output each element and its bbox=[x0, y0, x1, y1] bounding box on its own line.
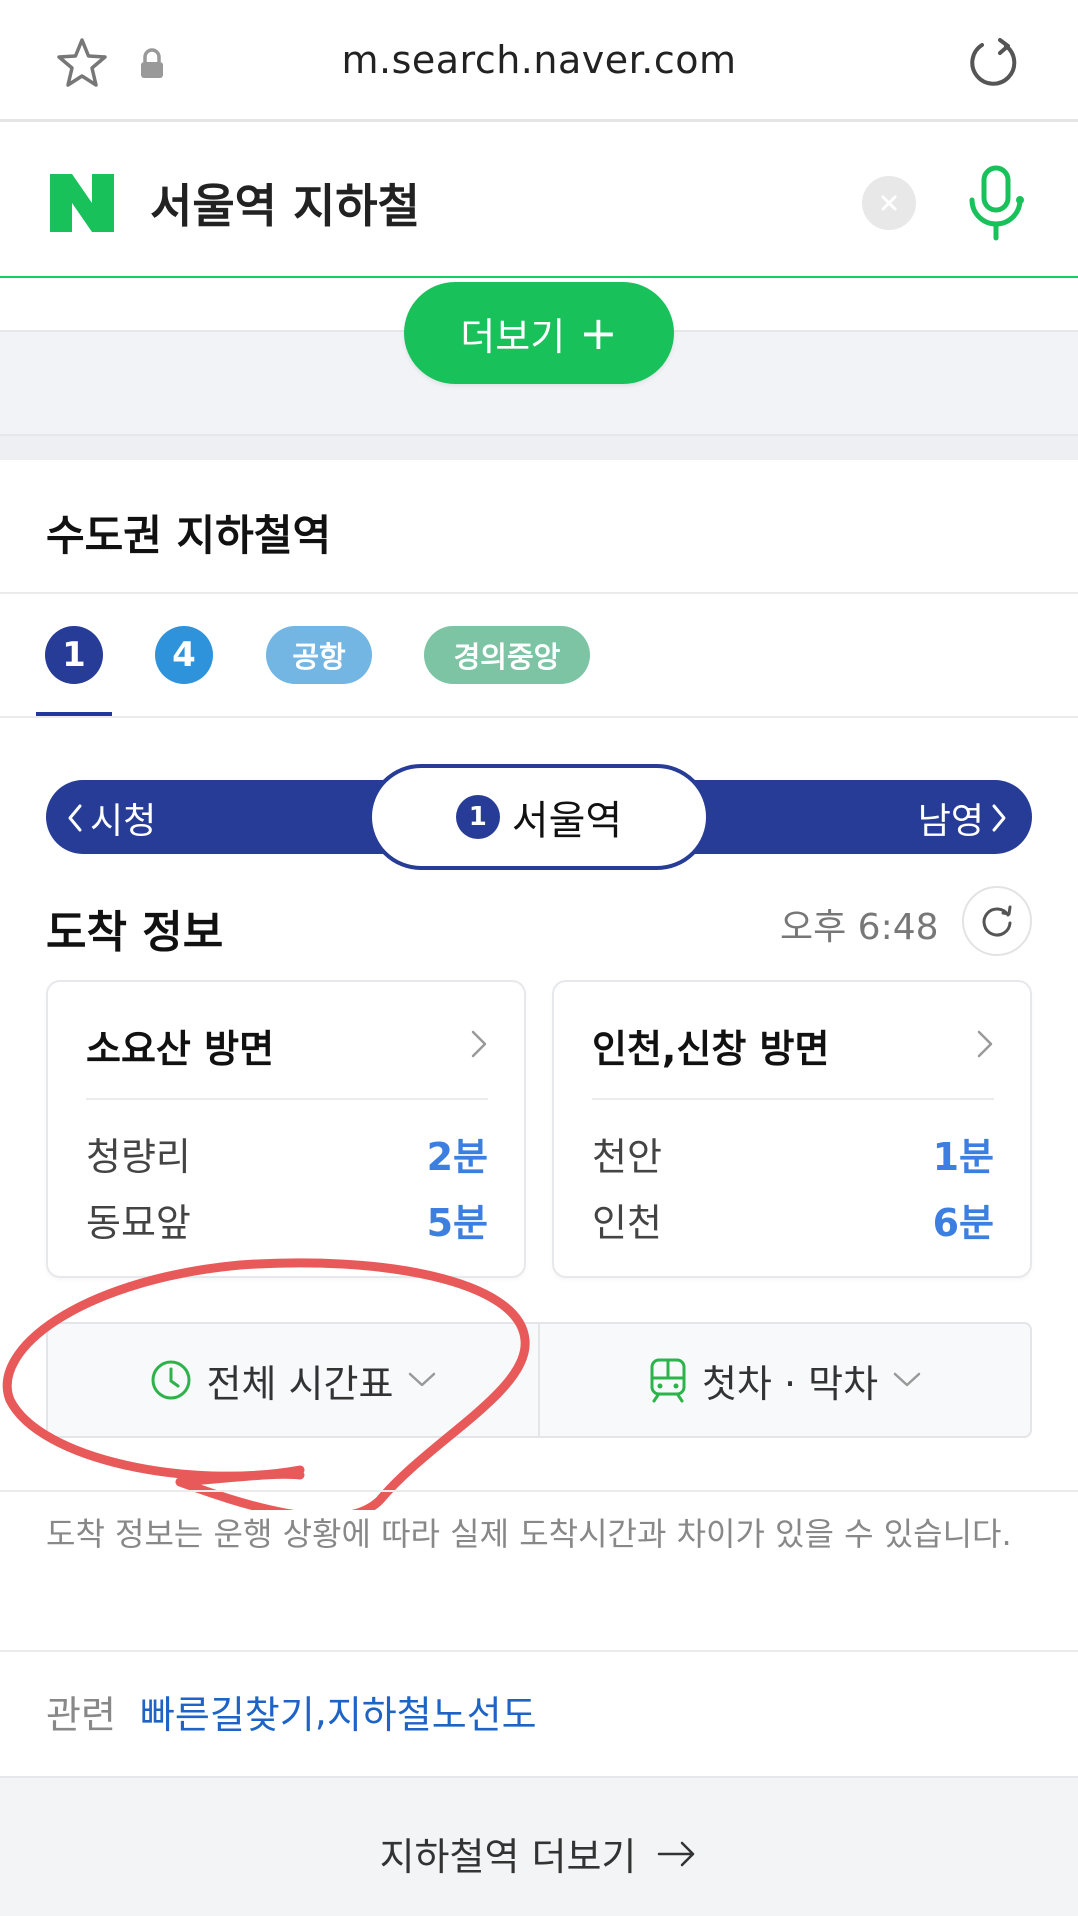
current-station: 1 서울역 bbox=[368, 764, 710, 870]
url-text[interactable]: m.search.naver.com bbox=[0, 38, 1078, 82]
station-more-footer[interactable]: 지하철역 더보기 bbox=[0, 1776, 1078, 1916]
tab-line-airport[interactable]: 공항 bbox=[266, 626, 372, 684]
search-input[interactable]: 서울역 지하철 bbox=[150, 170, 420, 236]
divider bbox=[0, 1490, 1078, 1492]
related-label: 관련 bbox=[46, 1693, 116, 1737]
plus-icon: + bbox=[579, 306, 618, 360]
related-link-map[interactable]: 지하철노선도 bbox=[327, 1684, 537, 1739]
arrival-destination: 청량리 bbox=[86, 1134, 191, 1179]
close-icon bbox=[881, 195, 897, 211]
direction-title: 인천,신창 방면 bbox=[592, 1027, 830, 1071]
arrival-row: 인천 6분 bbox=[592, 1194, 994, 1245]
arrival-minutes: 2분 bbox=[426, 1134, 488, 1179]
microphone-icon[interactable] bbox=[964, 164, 1028, 244]
arrival-notice: 도착 정보는 운행 상황에 따라 실제 도착시간과 차이가 있을 수 있습니다. bbox=[46, 1515, 1012, 1553]
divider bbox=[0, 1650, 1078, 1652]
browser-url-bar: m.search.naver.com bbox=[0, 0, 1078, 122]
first-last-train-button[interactable]: 첫차 · 막차 bbox=[540, 1324, 1030, 1436]
arrival-minutes: 5분 bbox=[426, 1200, 488, 1245]
line-tabs: 1 4 공항 경의중앙 bbox=[0, 594, 1078, 718]
tab-line-4[interactable]: 4 bbox=[155, 626, 213, 684]
card-divider bbox=[592, 1098, 994, 1100]
clear-button[interactable] bbox=[862, 176, 916, 230]
reload-icon[interactable] bbox=[962, 34, 1022, 94]
related-separator: , bbox=[314, 1689, 327, 1734]
more-button-label: 더보기 bbox=[460, 314, 566, 359]
train-icon bbox=[650, 1358, 686, 1403]
next-station-name: 남영 bbox=[917, 801, 984, 842]
arrival-destination: 천안 bbox=[592, 1134, 662, 1179]
card-divider bbox=[86, 1098, 488, 1100]
next-station-button[interactable]: 남영 bbox=[918, 792, 1008, 844]
chevron-down-icon bbox=[409, 1372, 436, 1387]
prev-station-button[interactable]: 시청 bbox=[66, 792, 156, 844]
arrival-row: 동묘앞 5분 bbox=[86, 1194, 488, 1245]
prev-station-name: 시청 bbox=[90, 801, 157, 842]
full-timetable-label: 전체 시간표 bbox=[206, 1361, 394, 1406]
tab-line-gyeongui[interactable]: 경의중앙 bbox=[424, 626, 590, 684]
footer-link[interactable]: 지하철역 더보기 bbox=[0, 1826, 1078, 1881]
related-link-route[interactable]: 빠른길찾기 bbox=[140, 1684, 315, 1739]
arrival-minutes: 6분 bbox=[932, 1200, 994, 1245]
direction-title: 소요산 방면 bbox=[86, 1027, 275, 1071]
refresh-icon bbox=[982, 905, 1012, 937]
search-bar: 서울역 지하철 bbox=[0, 124, 1078, 278]
chevron-right-icon bbox=[977, 1030, 993, 1058]
full-timetable-button[interactable]: 전체 시간표 bbox=[48, 1324, 538, 1436]
arrival-minutes: 1분 bbox=[932, 1134, 994, 1179]
chevron-down-icon bbox=[893, 1372, 921, 1387]
naver-logo[interactable] bbox=[50, 174, 114, 232]
tab-active-indicator bbox=[36, 712, 112, 716]
arrival-time: 오후 6:48 bbox=[780, 907, 939, 948]
line-badge: 1 bbox=[455, 795, 500, 839]
related-links: 관련 빠른길찾기 , 지하철노선도 bbox=[46, 1684, 537, 1739]
arrival-title: 도착 정보 bbox=[46, 907, 224, 958]
more-button[interactable]: 더보기 + bbox=[404, 282, 674, 384]
section-title: 수도권 지하철역 bbox=[46, 511, 332, 560]
section-gap bbox=[0, 436, 1078, 460]
arrival-row: 천안 1분 bbox=[592, 1128, 994, 1179]
direction-card-soyosan[interactable]: 소요산 방면 청량리 2분 동묘앞 5분 bbox=[46, 980, 526, 1278]
arrival-row: 청량리 2분 bbox=[86, 1128, 488, 1179]
clock-icon bbox=[151, 1360, 191, 1400]
tab-line-1[interactable]: 1 bbox=[45, 626, 103, 684]
first-last-train-label: 첫차 · 막차 bbox=[701, 1361, 879, 1406]
footer-label: 지하철역 더보기 bbox=[379, 1835, 637, 1879]
refresh-button[interactable] bbox=[962, 886, 1032, 956]
direction-card-incheon[interactable]: 인천,신창 방면 천안 1분 인천 6분 bbox=[552, 980, 1032, 1278]
arrival-destination: 동묘앞 bbox=[86, 1200, 191, 1245]
arrival-destination: 인천 bbox=[592, 1200, 662, 1245]
chevron-right-icon bbox=[471, 1030, 487, 1058]
timetable-buttons: 전체 시간표 첫차 · 막차 bbox=[46, 1322, 1032, 1438]
arrow-right-icon bbox=[658, 1841, 695, 1866]
current-station-name: 서울역 bbox=[511, 798, 623, 844]
chevron-left-icon bbox=[68, 804, 82, 832]
chevron-right-icon bbox=[992, 804, 1006, 832]
